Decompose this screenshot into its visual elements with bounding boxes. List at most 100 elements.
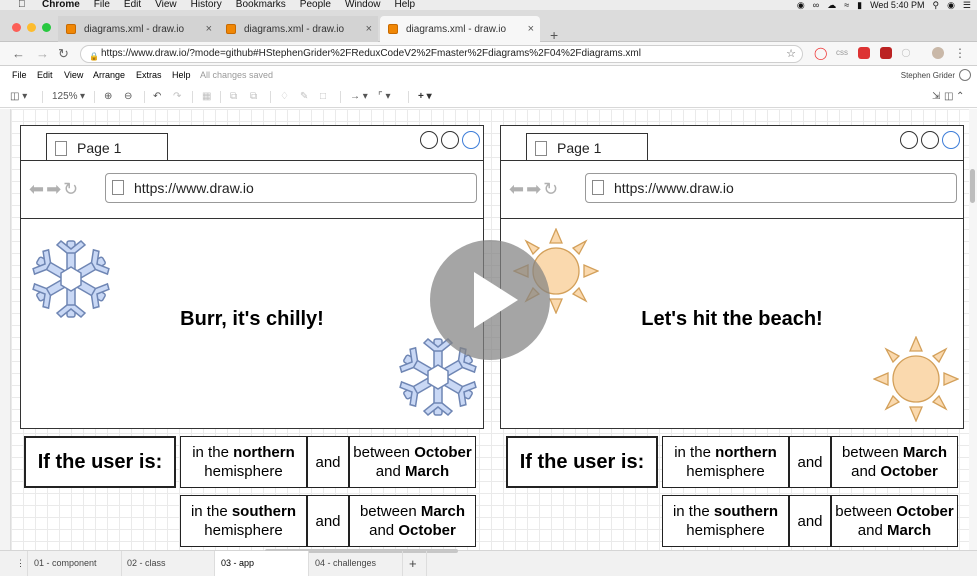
browser-tab-2[interactable]: diagrams.xml - draw.io × (218, 16, 378, 42)
notification-center-icon[interactable]: ☰ (963, 0, 971, 10)
shadow-icon[interactable]: □ (320, 90, 326, 104)
hemisphere-cell[interactable]: in the northern hemisphere (662, 436, 789, 488)
warm-message[interactable]: Let's hit the beach! (501, 308, 963, 331)
new-tab-button[interactable]: + (550, 27, 558, 43)
minimize-window-button[interactable] (27, 23, 36, 32)
video-play-button[interactable] (430, 240, 550, 360)
browser-tab-1[interactable]: diagrams.xml - draw.io × (58, 16, 218, 42)
condition-table-head[interactable]: If the user is: (506, 436, 658, 488)
insert-plus-icon[interactable]: + ▾ (418, 90, 432, 104)
page-tab-03[interactable]: 03 - app (215, 551, 309, 576)
sun-icon[interactable] (873, 336, 959, 422)
close-window-button[interactable] (12, 23, 21, 32)
condition-table-head[interactable]: If the user is: (24, 436, 176, 488)
zoom-level-select[interactable]: 125% (52, 90, 78, 104)
menu-window[interactable]: Window (345, 0, 381, 10)
pages-menu-icon[interactable]: ⋮ (10, 551, 28, 576)
hemisphere-cell[interactable]: in the southern hemisphere (180, 495, 307, 547)
and-cell[interactable]: and (307, 436, 349, 488)
profile-avatar[interactable] (932, 47, 944, 59)
zoom-dropdown-icon[interactable]: ▾ (80, 90, 85, 104)
redo-icon[interactable]: ↷ (173, 90, 181, 104)
waypoints-icon[interactable]: ⌜ ▾ (378, 90, 391, 104)
mockup-address-bar[interactable]: https://www.draw.io (585, 173, 957, 203)
apple-icon[interactable]:  (18, 0, 32, 10)
layout-toggle-icon[interactable]: ◫ (944, 90, 953, 104)
add-page-button[interactable]: + (403, 551, 427, 576)
css-extension-icon[interactable]: css (836, 47, 848, 59)
battery-icon[interactable]: ▮ (857, 0, 862, 10)
and-cell[interactable]: and (307, 495, 349, 547)
clock-text[interactable]: Wed 5:40 PM (870, 0, 924, 10)
record-icon[interactable]: ◉ (797, 0, 805, 10)
zoom-in-icon[interactable]: ⊕ (104, 90, 112, 104)
collapse-toolbar-icon[interactable]: ⌃ (956, 90, 964, 104)
glasses-icon[interactable]: ∞ (813, 0, 819, 10)
zoom-out-icon[interactable]: ⊖ (124, 90, 132, 104)
close-tab-icon[interactable]: × (366, 23, 372, 35)
date-range-cell[interactable]: between October and March (349, 436, 476, 488)
drawio-menu-extras[interactable]: Extras (136, 70, 162, 80)
forward-arrow-icon[interactable]: → (36, 46, 49, 61)
menu-view[interactable]: View (155, 0, 177, 10)
browser-mockup-cold[interactable]: Page 1 ⬅➡↻ https://www.draw.io Burr, it'… (20, 125, 484, 429)
cloud-icon[interactable]: ☁ (827, 0, 836, 10)
drawio-menu-arrange[interactable]: Arrange (93, 70, 125, 80)
drawio-menu-help[interactable]: Help (172, 70, 191, 80)
fullscreen-icon[interactable]: ⇲ (932, 90, 940, 104)
menu-app-name[interactable]: Chrome (42, 0, 80, 10)
menu-help[interactable]: Help (395, 0, 416, 10)
menu-people[interactable]: People (300, 0, 331, 10)
page-tab-01[interactable]: 01 - component (28, 551, 122, 576)
hemisphere-cell[interactable]: in the southern hemisphere (662, 495, 789, 547)
wifi-icon[interactable]: ≈ (844, 0, 849, 10)
vertical-scrollbar-thumb[interactable] (970, 169, 975, 203)
drawio-menu-file[interactable]: File (12, 70, 27, 80)
spotlight-icon[interactable]: ⚲ (932, 0, 939, 10)
date-range-cell[interactable]: between October and March (831, 495, 958, 547)
menu-bookmarks[interactable]: Bookmarks (236, 0, 286, 10)
date-range-cell[interactable]: between March and October (831, 436, 958, 488)
to-back-icon[interactable]: ⧉ (250, 90, 257, 104)
user-name[interactable]: Stephen Grider (901, 71, 955, 80)
date-range-cell[interactable]: between March and October (349, 495, 476, 547)
browser-mockup-warm[interactable]: Page 1 ⬅➡↻ https://www.draw.io Let's hit… (500, 125, 964, 429)
left-sidebar-collapsed[interactable] (0, 109, 11, 550)
address-bar[interactable]: 🔒 https://www.draw.io/?mode=github#HStep… (80, 45, 803, 63)
mockup-tab[interactable]: Page 1 (46, 133, 168, 161)
chrome-menu-icon[interactable]: ⋮ (954, 47, 966, 59)
close-tab-icon[interactable]: × (528, 23, 534, 35)
cold-message[interactable]: Burr, it's chilly! (21, 308, 483, 331)
language-globe-icon[interactable] (959, 69, 971, 81)
siri-icon[interactable]: ◉ (947, 0, 955, 10)
menu-edit[interactable]: Edit (124, 0, 141, 10)
page-tab-04[interactable]: 04 - challenges (309, 551, 403, 576)
to-front-icon[interactable]: ⧉ (230, 90, 237, 104)
connection-style-icon[interactable]: → ▾ (350, 90, 368, 104)
page-tab-02[interactable]: 02 - class (121, 551, 215, 576)
back-arrow-icon[interactable]: ← (12, 46, 25, 61)
opera-extension-icon[interactable]: ◯ (814, 47, 827, 59)
browser-tab-3-active[interactable]: diagrams.xml - draw.io × (380, 16, 540, 42)
fill-color-icon[interactable]: ♢ (280, 90, 289, 104)
line-color-icon[interactable]: ✎ (300, 90, 308, 104)
and-cell[interactable]: and (789, 436, 831, 488)
undo-icon[interactable]: ↶ (153, 90, 161, 104)
delete-icon[interactable]: ▦ (202, 90, 211, 104)
shield-extension-icon[interactable] (880, 47, 892, 59)
menu-history[interactable]: History (191, 0, 222, 10)
menu-file[interactable]: File (94, 0, 110, 10)
bookmark-star-icon[interactable]: ☆ (786, 46, 796, 62)
reload-icon[interactable]: ↻ (58, 46, 69, 62)
close-tab-icon[interactable]: × (206, 23, 212, 35)
format-panel-toggle-icon[interactable]: ◫ ▾ (10, 90, 27, 104)
drawio-menu-edit[interactable]: Edit (37, 70, 53, 80)
vertical-scrollbar[interactable] (969, 109, 977, 550)
mockup-address-bar[interactable]: https://www.draw.io (105, 173, 477, 203)
hemisphere-cell[interactable]: in the northern hemisphere (180, 436, 307, 488)
drawio-menu-view[interactable]: View (64, 70, 83, 80)
and-cell[interactable]: and (789, 495, 831, 547)
grey-extension-icon[interactable]: ◯ (900, 47, 912, 59)
red-extension-icon[interactable] (858, 47, 870, 59)
mockup-tab[interactable]: Page 1 (526, 133, 648, 161)
